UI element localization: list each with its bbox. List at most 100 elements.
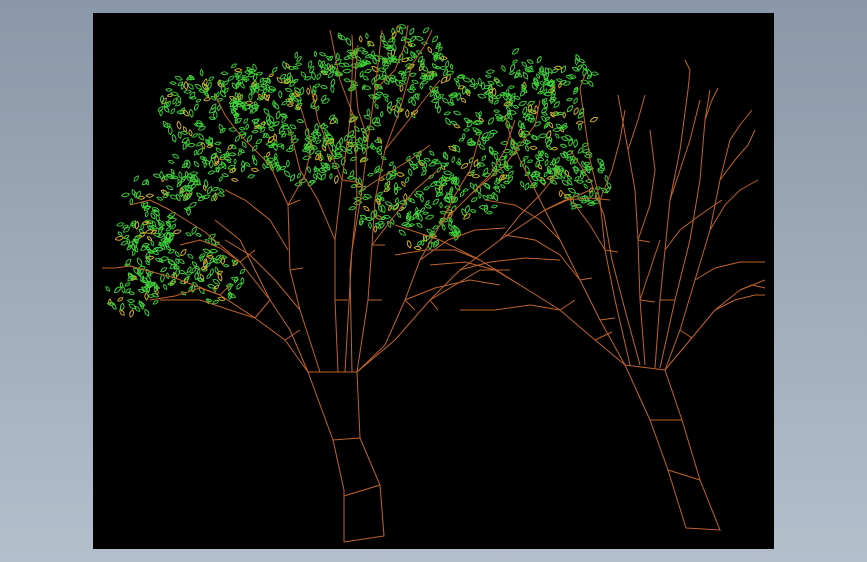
foliage-cluster-21 bbox=[485, 48, 557, 130]
leaf-outline bbox=[299, 86, 305, 96]
leaf-outline bbox=[421, 239, 425, 247]
right-twig-18 bbox=[729, 109, 753, 141]
leaf-outline bbox=[195, 98, 202, 103]
leaf-outline bbox=[490, 204, 498, 209]
leaf-outline bbox=[469, 209, 477, 213]
leaf-outline bbox=[318, 52, 327, 57]
leaf-outline bbox=[177, 95, 182, 103]
leaf-outline bbox=[585, 179, 594, 183]
leaf-outline bbox=[345, 37, 352, 46]
leaf-outline bbox=[443, 111, 451, 116]
leaf-outline bbox=[255, 139, 263, 145]
leaf-outline bbox=[464, 204, 470, 214]
left-trunk-right-edge bbox=[343, 371, 385, 543]
leaf-outline bbox=[384, 201, 393, 207]
leaf-outline bbox=[537, 133, 548, 139]
leaf-outline bbox=[421, 65, 429, 72]
leaf-outline bbox=[180, 248, 187, 257]
right-trunk-left-edge bbox=[624, 364, 687, 529]
leaf-outline bbox=[439, 66, 448, 70]
leaf-outline bbox=[397, 212, 401, 219]
leaf-outline bbox=[167, 125, 173, 136]
leaf-outline bbox=[359, 70, 364, 78]
leaf-outline bbox=[203, 97, 212, 102]
left-twig-17 bbox=[354, 44, 369, 141]
leaf-outline bbox=[394, 78, 401, 87]
left-rung-8 bbox=[429, 299, 439, 311]
leaf-outline bbox=[486, 211, 493, 215]
leaf-outline bbox=[582, 63, 588, 72]
leaf-outline bbox=[206, 254, 214, 259]
right-rung-4 bbox=[639, 299, 656, 303]
right-twig-6 bbox=[599, 109, 626, 201]
leaf-outline bbox=[234, 68, 243, 73]
leaf-outline bbox=[571, 66, 580, 72]
leaf-outline bbox=[273, 133, 278, 142]
leaf-outline bbox=[337, 32, 343, 41]
leaf-outline bbox=[355, 55, 362, 62]
leaf-outline bbox=[140, 245, 149, 251]
leaf-outline bbox=[487, 80, 495, 85]
leaf-outline bbox=[138, 302, 146, 307]
leaf-outline bbox=[577, 147, 584, 154]
leaf-outline bbox=[586, 68, 593, 78]
left-twig-5 bbox=[287, 104, 313, 206]
leaf-outline bbox=[371, 77, 376, 85]
leaf-outline bbox=[563, 81, 571, 86]
leaf-outline bbox=[296, 172, 302, 179]
leaf-outline bbox=[222, 264, 230, 268]
leaf-outline bbox=[521, 61, 528, 67]
leaf-outline bbox=[172, 153, 180, 159]
leaf-outline bbox=[524, 182, 530, 191]
leaf-outline bbox=[522, 71, 529, 80]
leaf-outline bbox=[285, 147, 295, 153]
leaf-outline bbox=[188, 172, 193, 180]
leaf-outline bbox=[442, 151, 447, 159]
leaf-outline bbox=[136, 257, 143, 266]
leaf-outline bbox=[178, 171, 183, 180]
leaf-outline bbox=[448, 223, 453, 231]
leaf-outline bbox=[529, 145, 538, 150]
right-rung-6 bbox=[679, 329, 693, 339]
drawing-viewport[interactable] bbox=[93, 13, 774, 549]
leaf-outline bbox=[568, 137, 574, 147]
leaf-outline bbox=[221, 173, 230, 178]
leaf-outline bbox=[416, 222, 423, 228]
leaf-outline bbox=[155, 288, 159, 296]
foliage-clusters bbox=[105, 24, 612, 318]
leaf-outline bbox=[170, 107, 176, 115]
leaf-outline bbox=[375, 168, 384, 173]
leaf-outline bbox=[141, 201, 145, 208]
leaf-outline bbox=[150, 239, 155, 247]
right-rung-9 bbox=[637, 239, 651, 243]
leaf-outline bbox=[311, 71, 316, 81]
leaf-outline bbox=[267, 127, 275, 131]
leaf-outline bbox=[255, 71, 264, 76]
left-rung-1 bbox=[284, 329, 301, 341]
leaf-outline bbox=[449, 63, 454, 70]
leaf-outline bbox=[501, 64, 506, 73]
leaf-outline bbox=[230, 178, 239, 182]
leaf-outline bbox=[138, 232, 147, 238]
right-limb-1 bbox=[394, 224, 626, 366]
leaf-outline bbox=[199, 68, 204, 77]
right-twig-7 bbox=[637, 129, 656, 241]
leaf-outline bbox=[555, 78, 564, 83]
leaf-outline bbox=[525, 144, 529, 152]
leaf-outline bbox=[125, 288, 131, 294]
leaf-outline bbox=[313, 83, 321, 88]
leaf-outline bbox=[449, 97, 454, 106]
leaf-outline bbox=[278, 90, 283, 99]
leaf-outline bbox=[343, 56, 351, 61]
leaf-outline bbox=[329, 172, 333, 180]
leaf-outline bbox=[384, 96, 389, 103]
left-rung-10 bbox=[341, 179, 357, 183]
leaf-outline bbox=[171, 133, 177, 143]
left-rung-7 bbox=[404, 299, 416, 311]
leaf-outline bbox=[175, 267, 180, 277]
leaf-outline bbox=[573, 138, 578, 149]
leaf-outline bbox=[347, 175, 356, 180]
leaf-outline bbox=[474, 129, 483, 134]
leaf-outline bbox=[453, 110, 462, 116]
leaf-outline bbox=[141, 243, 150, 248]
